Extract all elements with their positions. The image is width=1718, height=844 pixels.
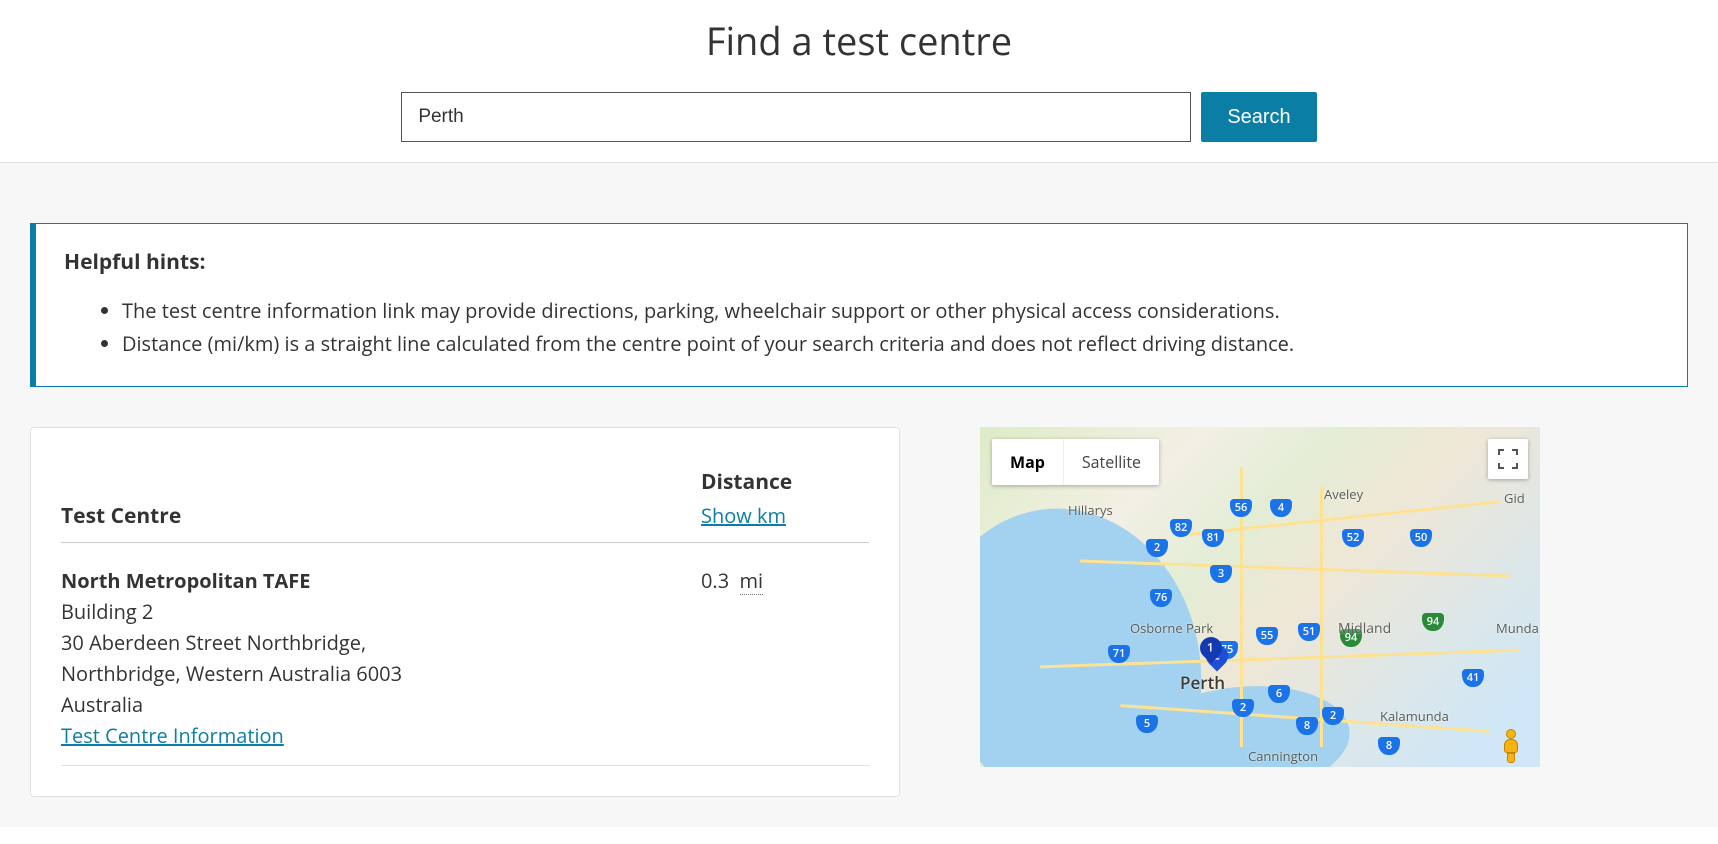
- map[interactable]: 56 4 52 50 82 81 2 3 76 71 75 55 51 94 9…: [980, 427, 1540, 767]
- col-header-distance: Distance Show km: [701, 468, 869, 543]
- page-title: Find a test centre: [0, 0, 1718, 92]
- hints-title: Helpful hints:: [64, 248, 1659, 276]
- distance-value: 0.3: [701, 567, 729, 594]
- fullscreen-icon: [1500, 451, 1516, 467]
- map-label: Munda: [1496, 619, 1539, 637]
- hint-item: Distance (mi/km) is a straight line calc…: [122, 327, 1659, 360]
- show-km-link[interactable]: Show km: [701, 502, 786, 529]
- map-tab-map[interactable]: Map: [992, 439, 1063, 485]
- map-road: [1181, 500, 1500, 536]
- route-shield: 8: [1378, 737, 1400, 755]
- map-label: Osborne Park: [1130, 619, 1213, 637]
- route-shield: 55: [1256, 627, 1278, 645]
- table-row: North Metropolitan TAFE Building 2 30 Ab…: [61, 543, 869, 766]
- results-table: Test Centre Distance Show km North Metro…: [61, 468, 869, 766]
- map-label: Aveley: [1324, 485, 1363, 503]
- hint-item: The test centre information link may pro…: [122, 294, 1659, 327]
- route-shield: 2: [1146, 539, 1168, 557]
- search-input[interactable]: [401, 92, 1191, 142]
- route-shield: 94: [1422, 613, 1444, 631]
- centre-address-line: 30 Aberdeen Street Northbridge,: [61, 629, 366, 656]
- route-shield: 51: [1298, 623, 1320, 641]
- results-row: Test Centre Distance Show km North Metro…: [30, 427, 1688, 797]
- route-shield: 52: [1342, 529, 1364, 547]
- pegman-icon[interactable]: [1496, 729, 1526, 765]
- content-section: Helpful hints: The test centre informati…: [0, 163, 1718, 827]
- centre-name: North Metropolitan TAFE: [61, 567, 310, 594]
- centre-cell: North Metropolitan TAFE Building 2 30 Ab…: [61, 543, 701, 766]
- centre-address-line: Building 2: [61, 598, 153, 625]
- route-shield: 50: [1410, 529, 1432, 547]
- map-type-switcher: Map Satellite: [992, 439, 1159, 485]
- route-shield: 41: [1462, 669, 1484, 687]
- map-label: Cannington: [1248, 747, 1318, 765]
- results-card: Test Centre Distance Show km North Metro…: [30, 427, 900, 797]
- map-label-perth: Perth: [1180, 671, 1225, 694]
- centre-address-line: Northbridge, Western Australia 6003: [61, 660, 402, 687]
- route-shield: 4: [1270, 499, 1292, 517]
- fullscreen-button[interactable]: [1488, 439, 1528, 479]
- centre-address-line: Australia: [61, 691, 143, 718]
- hints-box: Helpful hints: The test centre informati…: [30, 223, 1688, 387]
- route-shield: 56: [1230, 499, 1252, 517]
- distance-unit: mi: [740, 567, 764, 595]
- search-bar: Search: [0, 92, 1718, 142]
- centre-info-link[interactable]: Test Centre Information: [61, 722, 284, 749]
- header: Find a test centre Search: [0, 0, 1718, 163]
- map-label: Midland: [1338, 619, 1391, 638]
- col-header-centre: Test Centre: [61, 468, 701, 543]
- map-label: Gid: [1504, 489, 1525, 507]
- distance-header-label: Distance: [701, 468, 792, 496]
- map-label: Hillarys: [1068, 501, 1113, 519]
- search-button[interactable]: Search: [1201, 92, 1316, 142]
- distance-cell: 0.3 mi: [701, 543, 869, 766]
- map-label: Kalamunda: [1380, 707, 1449, 725]
- route-shield: 81: [1202, 529, 1224, 547]
- hints-list: The test centre information link may pro…: [64, 294, 1659, 360]
- map-tab-satellite[interactable]: Satellite: [1063, 439, 1159, 485]
- route-shield: 3: [1210, 565, 1232, 583]
